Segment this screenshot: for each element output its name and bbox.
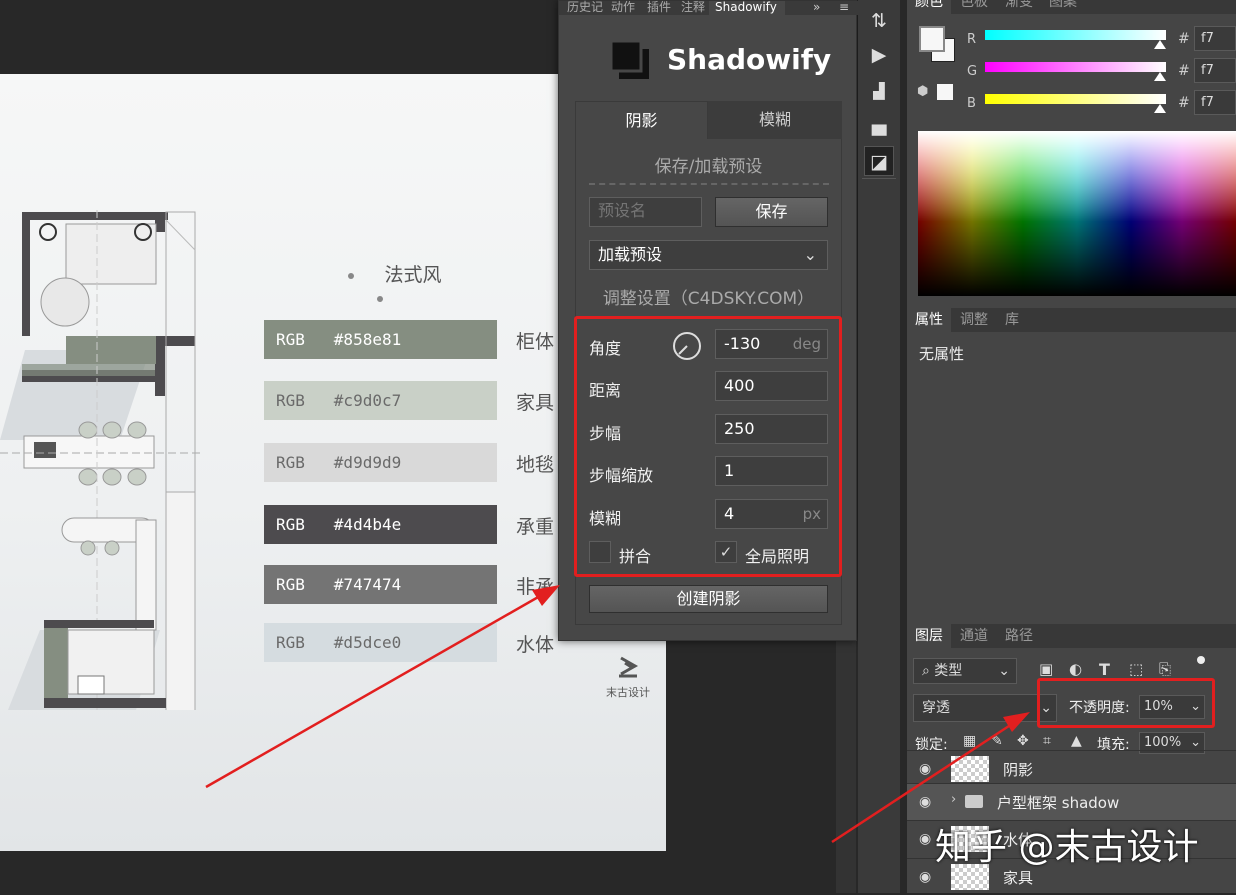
watermark-text: 知乎 @末古设计 — [935, 827, 1199, 868]
arrow-head-right — [1003, 712, 1030, 732]
annotation-arrows — [205, 585, 1030, 844]
arrow-head-left — [532, 585, 560, 606]
arrow-line-left — [205, 594, 541, 789]
